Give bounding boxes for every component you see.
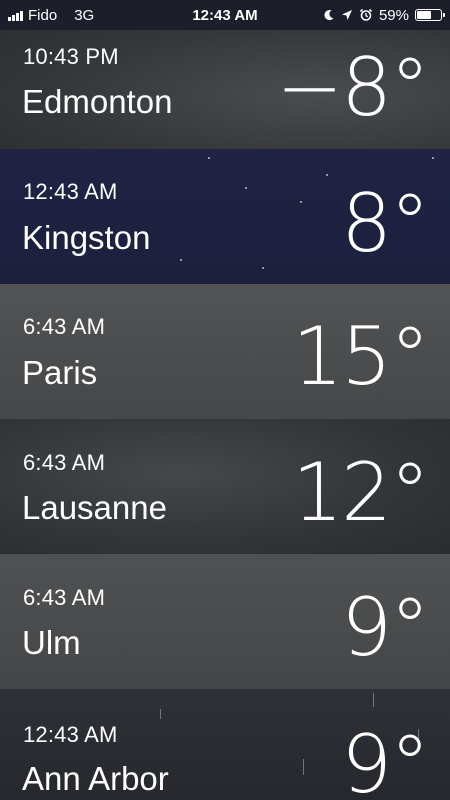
- city-name: Edmonton: [22, 83, 173, 120]
- star-decoration: [300, 201, 302, 203]
- city-temperature: 15°: [292, 310, 430, 403]
- city-local-time: 12:43 AM: [23, 722, 118, 747]
- star-decoration: [326, 174, 328, 176]
- star-decoration: [245, 187, 247, 189]
- city-row-lausanne[interactable]: 6:43 AM Lausanne 12°: [0, 419, 450, 554]
- battery-level: [417, 11, 431, 19]
- city-name: Lausanne: [22, 489, 167, 526]
- city-row-ulm[interactable]: 6:43 AM Ulm 9°: [0, 554, 450, 689]
- battery-percent: 59%: [378, 6, 409, 24]
- city-row-ann-arbor[interactable]: 12:43 AM Ann Arbor 9°: [0, 689, 450, 800]
- location-arrow-icon: [341, 10, 352, 20]
- alarm-clock-icon: [359, 8, 373, 21]
- rain-decoration: [160, 709, 161, 719]
- city-row-paris[interactable]: 6:43 AM Paris 15°: [0, 284, 450, 419]
- rain-decoration: [373, 693, 374, 707]
- rain-decoration: [303, 759, 304, 775]
- city-temperature: 9°: [341, 718, 430, 800]
- city-row-kingston[interactable]: 12:43 AM Kingston 8°: [0, 149, 450, 284]
- city-local-time: 6:43 AM: [23, 450, 106, 475]
- city-name: Ulm: [22, 624, 81, 661]
- city-row-edmonton[interactable]: 10:43 PM Edmonton −8°: [0, 13, 450, 149]
- city-temperature: 8°: [341, 177, 430, 270]
- city-temperature: 9°: [341, 581, 430, 674]
- city-temperature: −8°: [276, 41, 430, 134]
- city-name: Paris: [22, 354, 98, 391]
- city-local-time: 12:43 AM: [23, 179, 118, 204]
- status-right: 59%: [323, 6, 445, 24]
- star-decoration: [180, 259, 182, 261]
- city-local-time: 6:43 AM: [23, 585, 106, 610]
- star-decoration: [262, 267, 264, 269]
- moon-icon: [324, 10, 334, 21]
- city-temperature: 12°: [292, 446, 430, 539]
- city-local-time: 6:43 AM: [23, 314, 106, 339]
- city-local-time: 10:43 PM: [23, 44, 119, 69]
- star-decoration: [432, 157, 434, 159]
- city-name: Kingston: [22, 219, 151, 256]
- city-name: Ann Arbor: [22, 760, 169, 797]
- battery-icon: [415, 9, 445, 21]
- city-list: 10:43 PM Edmonton −8° 12:43 AM Kingston …: [0, 0, 450, 800]
- star-decoration: [208, 157, 210, 159]
- status-bar: Fido 3G 12:43 AM 59%: [0, 0, 450, 30]
